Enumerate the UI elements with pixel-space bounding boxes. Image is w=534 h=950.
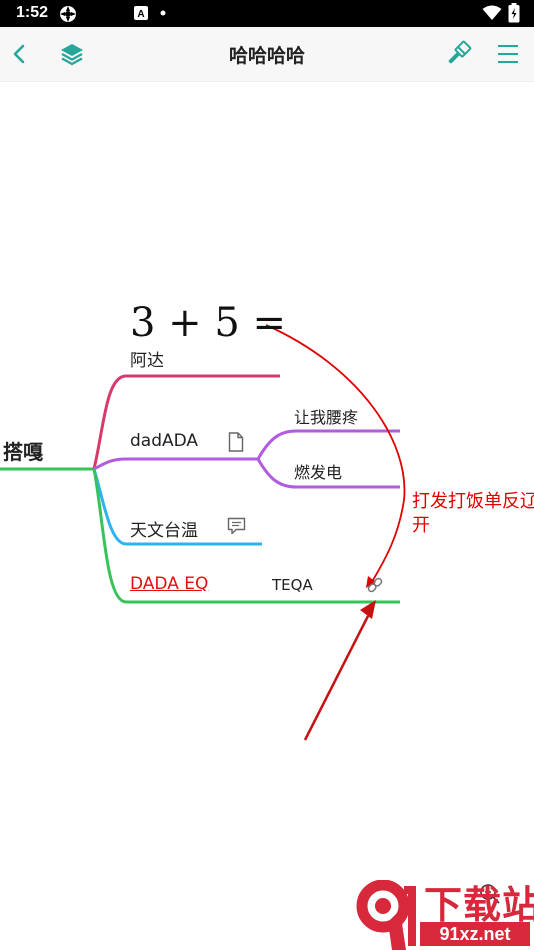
relationship-curve: [265, 324, 406, 583]
formula-label[interactable]: 3 + 5 =: [130, 300, 286, 346]
branch-connector-dadada: [93, 457, 260, 471]
notification-dot-icon: [160, 10, 166, 16]
menu-button[interactable]: [488, 34, 528, 74]
relationship-label[interactable]: 打发打饭单反辽 开: [412, 490, 534, 538]
format-brush-button[interactable]: [438, 34, 478, 74]
link-text[interactable]: TEQA: [272, 576, 313, 594]
topic-dadada[interactable]: dadADA: [130, 431, 198, 451]
topic-tianwen[interactable]: 天文台温: [130, 516, 198, 541]
topic-ada[interactable]: 阿达: [130, 346, 164, 371]
status-bar: 1:52 A: [0, 0, 534, 27]
root-topic[interactable]: 搭嘎: [3, 436, 43, 465]
app-toolbar: 哈哈哈哈: [0, 27, 534, 82]
battery-icon: [508, 3, 520, 23]
svg-text:A: A: [137, 9, 144, 20]
subtopic-1[interactable]: 让我腰疼: [294, 404, 358, 428]
relationship-label-line1: 打发打饭单反辽: [412, 491, 534, 512]
wifi-icon: [482, 5, 502, 20]
vpn-icon: [60, 6, 76, 22]
subbranch-connector-1: [256, 429, 400, 460]
notification-a-icon: A: [134, 6, 148, 20]
menu-icon: [498, 45, 518, 63]
link-icon[interactable]: [366, 576, 384, 594]
topic-dada-eq[interactable]: DADA EQ: [130, 574, 208, 594]
relationship-label-line2: 开: [412, 515, 430, 536]
branch-connector-ada: [92, 374, 280, 470]
watermark: 下载站 91xz.net: [356, 880, 534, 950]
pointer-arrow-line: [303, 615, 370, 741]
subtopic-2[interactable]: 燃发电: [294, 459, 342, 483]
mindmap-canvas[interactable]: 3 + 5 = 搭嘎 阿达 dadADA 让我腰疼 燃发电 天文台温 DADA …: [0, 82, 534, 950]
comment-icon[interactable]: [227, 517, 246, 535]
watermark-brand: 下载站: [424, 883, 534, 927]
watermark-domain: 91xz.net: [420, 922, 530, 946]
paint-brush-icon: [448, 40, 472, 64]
watermark-logo-icon: [356, 880, 416, 950]
note-document-icon[interactable]: [228, 432, 244, 452]
status-time: 1:52: [16, 4, 49, 21]
